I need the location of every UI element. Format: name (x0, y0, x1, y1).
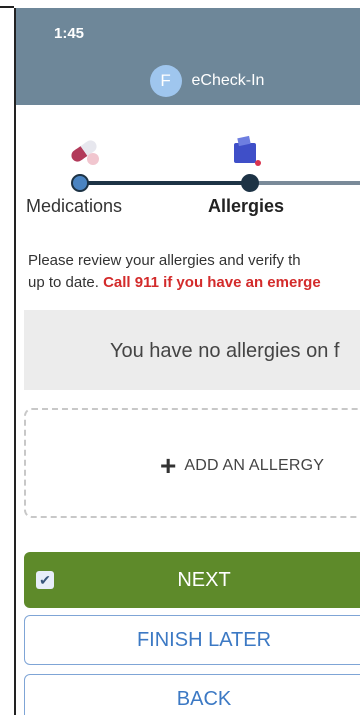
add-allergy-label: ADD AN ALLERGY (184, 457, 325, 474)
instructions-line-1: Please review your allergies and verify … (28, 252, 301, 269)
app-screen: 1:45 F eCheck-In Medications Allergies P… (16, 8, 360, 715)
instructions-text: Please review your allergies and verify … (28, 250, 360, 294)
back-label: BACK (176, 687, 232, 710)
screen: 1:45 F eCheck-In Medications Allergies P… (0, 0, 360, 715)
checkmark-icon: ✔ (36, 571, 54, 589)
progress-track-completed (80, 181, 250, 185)
plus-icon: + (160, 450, 177, 481)
pill-icon (71, 140, 99, 165)
step-node-allergies (241, 174, 259, 192)
instructions-line-2: up to date. Call 911 if you have an emer… (28, 272, 360, 294)
progress-track-remaining (250, 181, 360, 185)
progress-stepper: Medications Allergies (16, 105, 360, 223)
app-header: F eCheck-In (16, 65, 360, 97)
finish-later-button[interactable]: FINISH LATER (24, 615, 360, 665)
add-allergy-button[interactable]: + ADD AN ALLERGY (24, 408, 360, 518)
emergency-warning: Call 911 if you have an emerge (103, 274, 321, 291)
next-label: NEXT (177, 568, 231, 591)
app-logo-icon: F (149, 65, 182, 97)
step-label-allergies[interactable]: Allergies (208, 196, 284, 217)
header-bar: 1:45 F eCheck-In (16, 8, 360, 105)
back-button[interactable]: BACK (24, 674, 360, 715)
finish-later-label: FINISH LATER (136, 628, 272, 651)
app-title: eCheck-In (191, 72, 265, 89)
add-allergy-content: + ADD AN ALLERGY (160, 450, 325, 481)
status-time: 1:45 (54, 25, 85, 42)
next-button[interactable]: ✔ NEXT (24, 552, 360, 608)
step-node-medications (71, 174, 89, 192)
empty-allergies-message: You have no allergies on f (24, 310, 360, 390)
instructions-line-2-prefix: up to date. (28, 274, 104, 291)
gift-box-icon (234, 135, 261, 166)
empty-allergies-text: You have no allergies on f (110, 340, 340, 362)
frame-border-top (0, 6, 14, 8)
step-label-medications[interactable]: Medications (26, 196, 122, 217)
